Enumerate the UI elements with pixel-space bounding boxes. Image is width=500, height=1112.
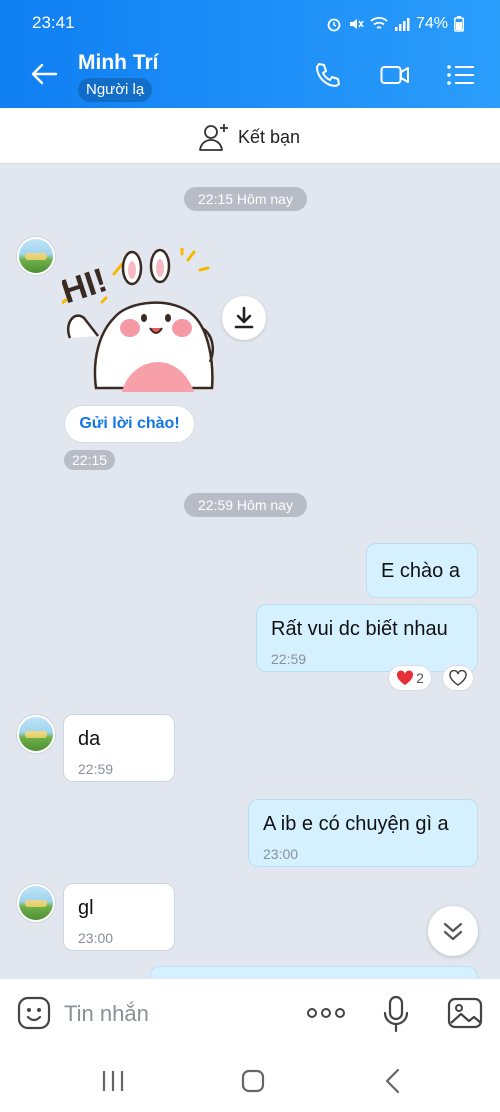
message-text: da: [78, 728, 101, 750]
video-call-icon[interactable]: [380, 62, 410, 88]
scroll-to-bottom-button[interactable]: [428, 906, 478, 956]
outgoing-message[interactable]: E chào a: [366, 543, 478, 598]
avatar[interactable]: [17, 237, 55, 275]
reaction-count: 2: [416, 670, 424, 686]
double-chevron-down-icon: [443, 922, 463, 941]
svg-text:HI!: HI!: [62, 261, 112, 311]
system-back-icon[interactable]: [382, 1068, 404, 1094]
message-text: A ib e có chuyện gì a: [263, 813, 449, 835]
avatar[interactable]: [17, 715, 55, 753]
add-friend-label: Kết bạn: [238, 126, 301, 147]
add-friend-button[interactable]: Kết bạn: [198, 122, 300, 152]
add-friend-bar: Kết bạn: [0, 108, 500, 164]
message-timestamp: 23:00: [78, 930, 114, 946]
phone-icon[interactable]: [313, 62, 343, 88]
message-timestamp: 22:59: [271, 651, 307, 667]
message-timestamp: 22:59: [78, 761, 114, 777]
date-separator: 22:15 Hôm nay: [184, 187, 307, 211]
hi-bunny-sticker[interactable]: HI!: [62, 248, 218, 392]
outgoing-message[interactable]: Rất vui dc biết nhau 22:59: [256, 604, 478, 672]
sticker-emoji-icon[interactable]: [17, 996, 51, 1030]
microphone-icon[interactable]: [383, 995, 409, 1033]
message-timestamp: 23:00: [263, 846, 299, 862]
alarm-icon: [327, 18, 341, 32]
status-icons: 74%: [326, 15, 464, 33]
message-timestamp: 22:15: [64, 450, 116, 470]
avatar[interactable]: [17, 884, 55, 922]
signal-icon: [394, 18, 410, 31]
heart-outline-icon: [449, 670, 467, 686]
incoming-message[interactable]: da 22:59: [63, 714, 175, 782]
menu-list-icon[interactable]: [446, 62, 476, 88]
date-separator: 22:59 Hôm nay: [184, 493, 307, 517]
react-button[interactable]: [442, 665, 474, 691]
stranger-badge: Người lạ: [78, 78, 153, 102]
message-text: E chào a: [381, 560, 460, 582]
battery-icon: [454, 16, 464, 32]
message-composer: Tin nhắn: [0, 978, 500, 1048]
more-options-icon[interactable]: [306, 1005, 346, 1021]
status-bar: 23:41 74%: [0, 0, 500, 40]
back-arrow-icon[interactable]: [30, 62, 58, 86]
reaction-count-badge[interactable]: 2: [388, 665, 432, 691]
heart-filled-icon: [397, 670, 414, 685]
add-user-icon: [199, 124, 228, 151]
status-time: 23:41: [32, 13, 75, 32]
outgoing-message[interactable]: A ib e có chuyện gì a 23:00: [248, 799, 478, 867]
home-icon[interactable]: [240, 1068, 266, 1094]
contact-name[interactable]: Minh Trí: [78, 51, 159, 75]
message-text: gl: [78, 897, 94, 919]
download-icon: [234, 306, 254, 329]
chat-header: Minh Trí Người lạ: [0, 40, 500, 108]
incoming-message[interactable]: gl 23:00: [63, 883, 175, 951]
battery-percent: 74%: [415, 15, 448, 32]
mute-icon: [349, 19, 364, 29]
send-greeting-button[interactable]: Gửi lời chào!: [64, 405, 195, 443]
image-gallery-icon[interactable]: [447, 997, 483, 1029]
recent-apps-icon[interactable]: [100, 1070, 126, 1092]
message-input[interactable]: Tin nhắn: [64, 1001, 149, 1027]
wifi-icon: [370, 17, 388, 29]
system-nav-bar: [0, 1048, 500, 1112]
download-button[interactable]: [222, 296, 266, 340]
message-text: Rất vui dc biết nhau: [271, 618, 448, 640]
